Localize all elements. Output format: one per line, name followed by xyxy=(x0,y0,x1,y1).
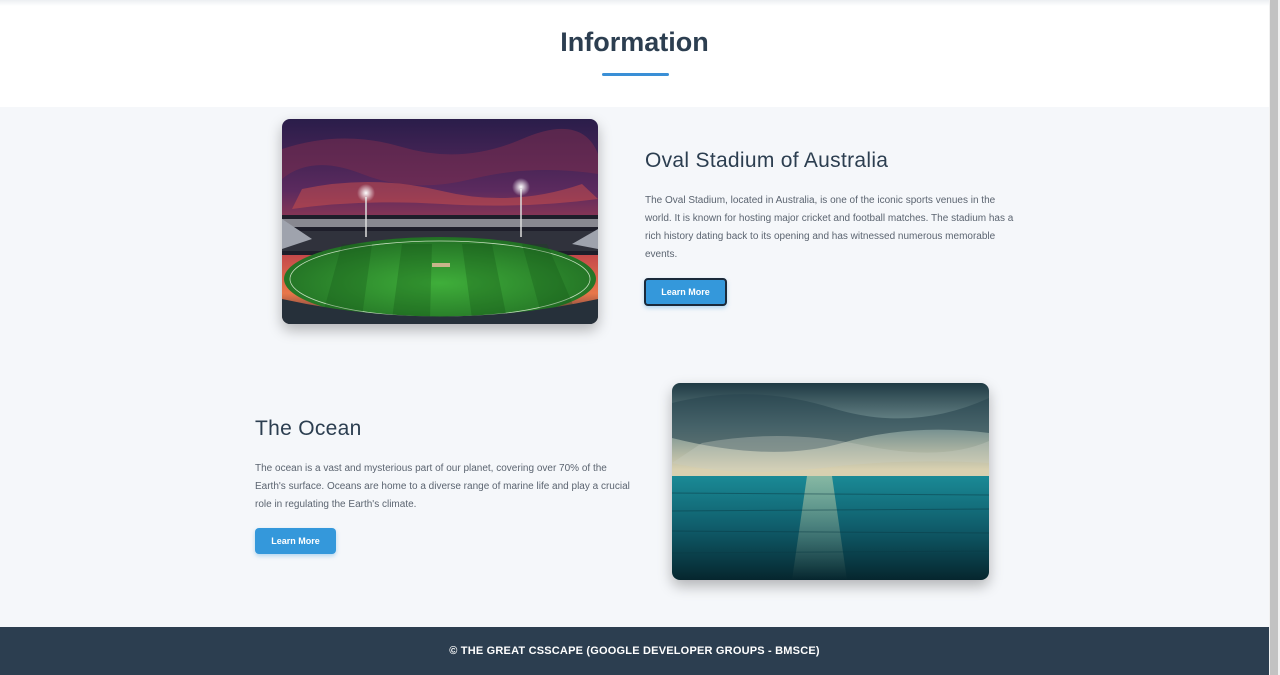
title-underline xyxy=(602,73,669,76)
ocean-image xyxy=(672,383,989,580)
stadium-image xyxy=(282,119,598,324)
page-title: Information xyxy=(560,27,709,57)
learn-more-button-ocean[interactable]: Learn More xyxy=(255,528,336,554)
header: Information xyxy=(0,0,1269,107)
section-title-stadium: Oval Stadium of Australia xyxy=(645,149,889,172)
page: Information Oval Stadium of Australia Th… xyxy=(0,0,1269,675)
section-text-ocean: The ocean is a vast and mysterious part … xyxy=(255,463,630,510)
stadium-photo xyxy=(282,119,598,324)
top-shadow xyxy=(0,0,1269,6)
footer-copyright: © THE GREAT CSSCAPE (GOOGLE DEVELOPER GR… xyxy=(449,645,820,657)
scrollbar-thumb[interactable] xyxy=(1270,0,1278,675)
ocean-photo xyxy=(672,383,989,580)
section-title-ocean: The Ocean xyxy=(255,417,362,440)
section-text-stadium: The Oval Stadium, located in Australia, … xyxy=(645,195,1014,260)
footer: © THE GREAT CSSCAPE (GOOGLE DEVELOPER GR… xyxy=(0,627,1269,675)
learn-more-button-stadium[interactable]: Learn More xyxy=(644,278,727,306)
